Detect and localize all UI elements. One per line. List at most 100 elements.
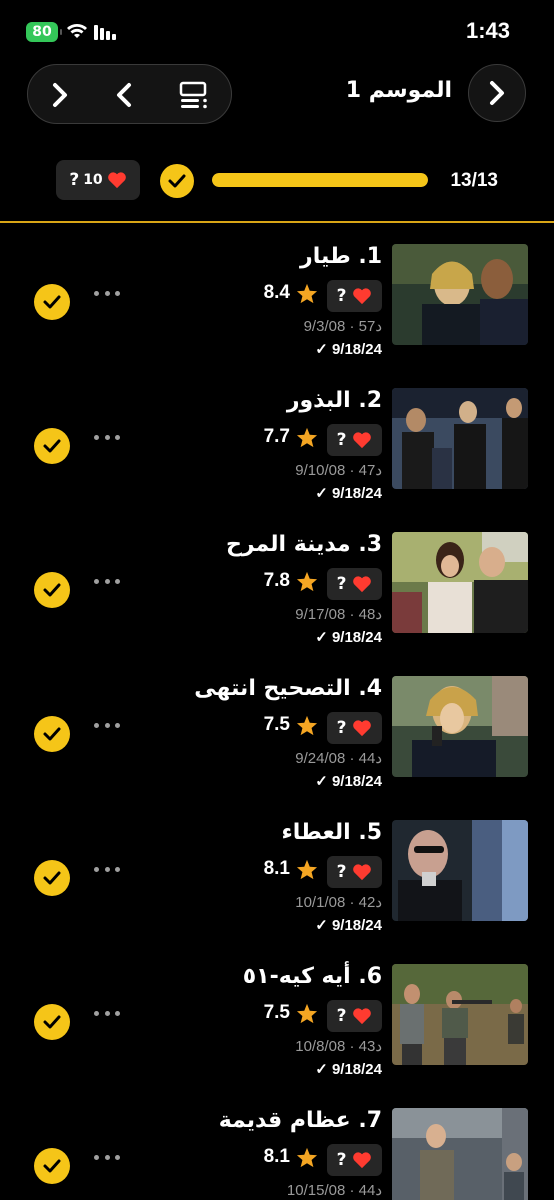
episode-row[interactable]: 2. البذور? 7.7 9/10/08 · 47د ✓ 9/18/24 [0, 388, 554, 532]
star-icon [296, 715, 318, 735]
chevron-left-icon [117, 83, 131, 107]
season-title: الموسم 1 [345, 78, 452, 103]
episode-row[interactable]: 7. عظام قديمة? 8.1 10/15/08 · 44د [0, 1108, 554, 1200]
episode-row[interactable]: 5. العطاء? 8.1 10/1/08 · 42د ✓ 9/18/24 [0, 820, 554, 964]
episode-title[interactable]: 1. طيار [300, 244, 382, 269]
star-icon [296, 571, 318, 591]
episode-title[interactable]: 2. البذور [287, 388, 382, 413]
episode-thumbnail[interactable] [392, 532, 528, 633]
episode-rating: 7.8 [264, 570, 318, 592]
episode-thumbnail[interactable] [392, 1108, 528, 1200]
more-options-button[interactable] [94, 1150, 120, 1164]
episode-rating: 7.5 [264, 714, 318, 736]
episode-watched-toggle[interactable] [34, 860, 70, 896]
episode-watched-toggle[interactable] [34, 428, 70, 464]
user-rating-chip[interactable]: ? [327, 856, 382, 888]
episode-watched-date: ✓ 9/18/24 [315, 629, 382, 646]
star-icon [296, 283, 318, 303]
episode-air-info: 9/24/08 · 44د [295, 750, 382, 767]
user-rating-chip[interactable]: ? [327, 568, 382, 600]
episode-title[interactable]: 5. العطاء [282, 820, 383, 845]
user-rating-chip[interactable]: ? [327, 424, 382, 456]
divider [0, 221, 554, 223]
episode-rating: 8.4 [264, 282, 318, 304]
episode-title[interactable]: 4. التصحيح انتهى [194, 676, 382, 701]
episode-watched-toggle[interactable] [34, 284, 70, 320]
episode-rating-value: 8.4 [263, 282, 290, 303]
season-progress-bar [212, 173, 428, 187]
checkmark-icon [43, 295, 61, 309]
episode-air-info: 9/3/08 · 57د [303, 318, 382, 335]
season-rating-value: 10 [83, 172, 103, 188]
status-bar: 80 1:43 [0, 0, 554, 66]
episode-watched-toggle[interactable] [34, 716, 70, 752]
episode-rating-value: 8.1 [263, 858, 290, 879]
episode-watched-date: ✓ 9/18/24 [315, 341, 382, 358]
episode-thumbnail[interactable] [392, 388, 528, 489]
signal-icon [94, 25, 116, 40]
episode-thumbnail[interactable] [392, 820, 528, 921]
episode-row[interactable]: 1. طيار? 8.4 9/3/08 · 57د ✓ 9/18/24 [0, 244, 554, 388]
checkmark-icon [43, 727, 61, 741]
more-options-button[interactable] [94, 718, 120, 732]
user-rating-chip[interactable]: ? [327, 712, 382, 744]
episode-watched-date: ✓ 9/18/24 [315, 917, 382, 934]
episode-thumbnail[interactable] [392, 676, 528, 777]
episode-rating-value: 7.5 [263, 1002, 290, 1023]
more-options-button[interactable] [94, 1006, 120, 1020]
star-icon [296, 1003, 318, 1023]
season-rating-chip[interactable]: ? 10 [56, 160, 140, 200]
more-options-button[interactable] [94, 862, 120, 876]
more-options-button[interactable] [94, 286, 120, 300]
user-rating-chip[interactable]: ? [327, 1000, 382, 1032]
user-rating-chip[interactable]: ? [327, 280, 382, 312]
episode-watched-toggle[interactable] [34, 572, 70, 608]
chevron-right-icon [490, 81, 504, 105]
season-watched-toggle[interactable] [160, 164, 194, 198]
more-options-button[interactable] [94, 574, 120, 588]
season-progress-fill [212, 173, 428, 187]
heart-icon [353, 864, 372, 881]
user-rating-value: ? [336, 286, 347, 306]
user-rating-chip[interactable]: ? [327, 1144, 382, 1176]
more-options-button[interactable] [94, 430, 120, 444]
episode-rating-value: 7.7 [263, 426, 290, 447]
episode-rating: 7.7 [264, 426, 318, 448]
heart-icon [353, 432, 372, 449]
heart-icon [353, 720, 372, 737]
heart-icon [353, 576, 372, 593]
episode-rating: 8.1 [264, 1146, 318, 1168]
user-rating-value: ? [336, 862, 347, 882]
back-button[interactable] [468, 64, 526, 122]
episode-thumbnail[interactable] [392, 964, 528, 1065]
episode-watched-date: ✓ 9/18/24 [315, 485, 382, 502]
checkmark-icon [43, 1159, 61, 1173]
heart-icon [353, 1152, 372, 1169]
episode-title[interactable]: 3. مدينة المرح [226, 532, 382, 557]
previous-episode-button[interactable] [94, 65, 154, 125]
wifi-icon [67, 24, 87, 38]
episode-row[interactable]: 6. أيه كيه-٥١? 7.5 10/8/08 · 43د ✓ 9/18/24 [0, 964, 554, 1108]
episode-row[interactable]: 4. التصحيح انتهى? 7.5 9/24/08 · 44د ✓ 9/18/… [0, 676, 554, 820]
checkmark-icon [168, 174, 186, 188]
checkmark-icon [43, 439, 61, 453]
next-episode-button[interactable] [30, 65, 90, 125]
episode-watched-date: ✓ 9/18/24 [315, 1061, 382, 1078]
star-icon [296, 1147, 318, 1167]
checkmark-icon [43, 583, 61, 597]
episode-row[interactable]: 3. مدينة المرح? 7.8 9/17/08 · 48د ✓ 9/18/24 [0, 532, 554, 676]
battery-indicator: 80 [26, 22, 62, 42]
episode-watched-toggle[interactable] [34, 1004, 70, 1040]
toolbar-group [27, 64, 232, 124]
clock: 1:43 [465, 18, 510, 43]
episode-title[interactable]: 7. عظام قديمة [219, 1108, 382, 1133]
episode-rating: 7.5 [264, 1002, 318, 1024]
star-icon [296, 859, 318, 879]
episode-title[interactable]: 6. أيه كيه-٥١ [243, 964, 382, 989]
episode-rating-value: 8.1 [263, 1146, 290, 1167]
episode-thumbnail[interactable] [392, 244, 528, 345]
episode-watched-toggle[interactable] [34, 1148, 70, 1184]
episode-air-info: 10/8/08 · 43د [295, 1038, 382, 1055]
star-icon [296, 427, 318, 447]
list-view-button[interactable] [164, 65, 224, 125]
